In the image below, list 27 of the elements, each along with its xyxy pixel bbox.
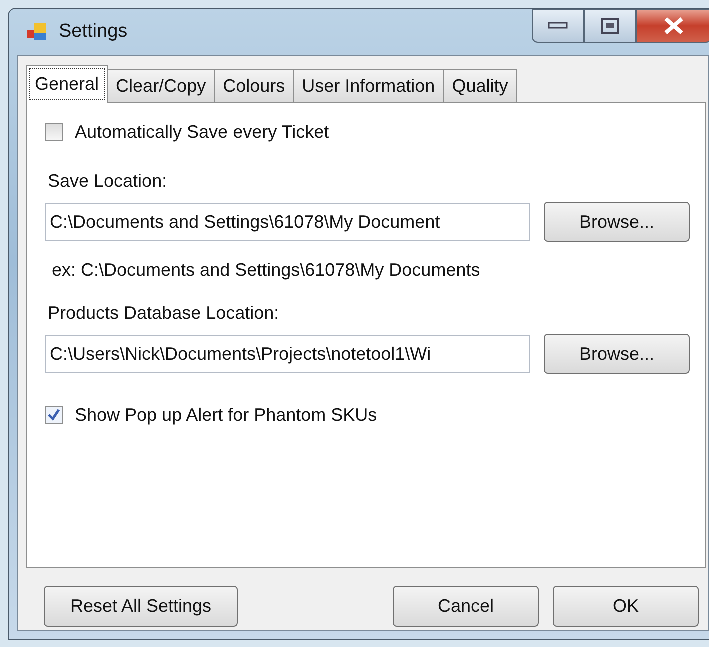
tab[interactable]: Clear/Copy — [107, 69, 216, 102]
tab[interactable]: Quality — [443, 69, 518, 102]
browse-button[interactable]: Browse... — [544, 334, 690, 374]
dialog-button[interactable]: Cancel — [393, 586, 539, 627]
maximize-button[interactable] — [584, 9, 636, 43]
minimize-icon — [548, 22, 568, 30]
tab[interactable]: User Information — [293, 69, 444, 102]
tab[interactable]: Colours — [214, 69, 294, 102]
example-text: ex: C:\Documents and Settings\61078\My Documents — [52, 260, 482, 281]
checkbox[interactable] — [45, 123, 63, 141]
close-icon — [663, 17, 685, 35]
app-icon — [27, 22, 49, 42]
checkbox[interactable] — [45, 406, 63, 424]
browse-button[interactable]: Browse... — [544, 202, 690, 242]
maximize-icon — [601, 18, 619, 34]
tab[interactable]: General — [26, 65, 108, 103]
path-field[interactable]: C:\Documents and Settings\61078\My Document — [45, 203, 530, 241]
field-label: Products Database Location: — [48, 303, 280, 324]
dialog-button[interactable]: Reset All Settings — [44, 586, 238, 627]
minimize-button[interactable] — [532, 9, 584, 43]
window-title: Settings — [59, 21, 128, 43]
checkbox-label[interactable]: Automatically Save every Ticket — [75, 122, 330, 142]
path-field[interactable]: C:\Users\Nick\Documents\Projects\notetool1\Wi — [45, 335, 530, 373]
close-button[interactable] — [636, 9, 709, 43]
field-label: Save Location: — [48, 171, 168, 192]
dialog-button[interactable]: OK — [553, 586, 699, 627]
checkbox-label[interactable]: Show Pop up Alert for Phantom SKUs — [75, 404, 378, 426]
